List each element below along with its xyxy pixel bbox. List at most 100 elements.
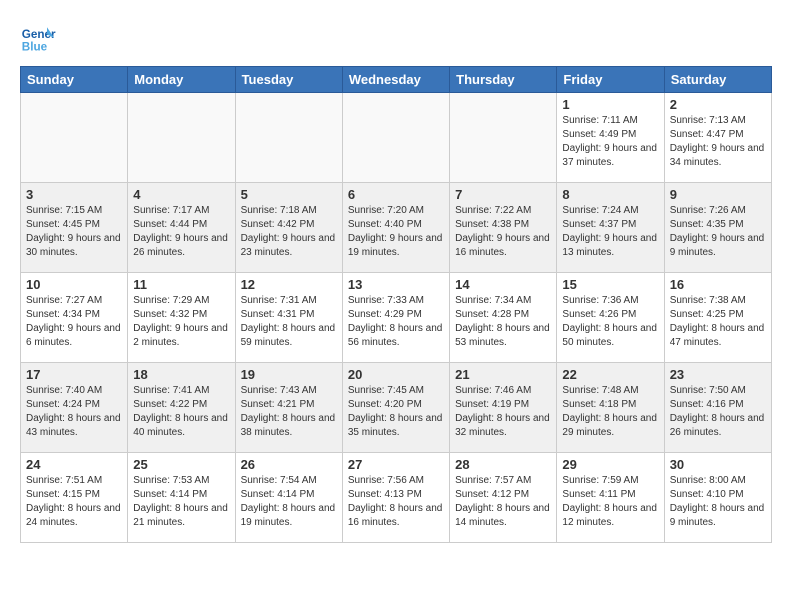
calendar-day-13: 13 Sunrise: 7:33 AM Sunset: 4:29 PM Dayli… (342, 273, 449, 363)
day-info: Sunrise: 7:33 AM Sunset: 4:29 PM Dayligh… (348, 294, 444, 350)
day-info: Sunrise: 7:26 AM Sunset: 4:35 PM Dayligh… (670, 204, 766, 260)
day-number: 30 (670, 457, 766, 472)
day-info: Sunrise: 7:29 AM Sunset: 4:32 PM Dayligh… (133, 294, 229, 350)
calendar-day-29: 29Sunrise: 7:59 AM Sunset: 4:11 PM Dayli… (557, 453, 664, 543)
calendar-day-3: 3 Sunrise: 7:15 AM Sunset: 4:45 PM Daylig… (21, 183, 128, 273)
calendar-day-30: 30 Sunrise: 8:00 AM Sunset: 4:10 PM Dayli… (664, 453, 771, 543)
day-number: 17 (26, 367, 122, 382)
day-info: Sunrise: 7:57 AM Sunset: 4:12 PM Dayligh… (455, 474, 551, 530)
calendar-day-4: 4 Sunrise: 7:17 AM Sunset: 4:44 PM Daylig… (128, 183, 235, 273)
calendar-empty-cell (21, 93, 128, 183)
calendar-day-26: 26 Sunrise: 7:54 AM Sunset: 4:14 PM Dayli… (235, 453, 342, 543)
calendar-empty-cell (450, 93, 557, 183)
weekday-header-tuesday: Tuesday (235, 67, 342, 93)
day-info: Sunrise: 7:20 AM Sunset: 4:40 PM Dayligh… (348, 204, 444, 260)
day-info: Sunrise: 7:46 AM Sunset: 4:19 PM Dayligh… (455, 384, 551, 440)
day-info: Sunrise: 7:22 AM Sunset: 4:38 PM Dayligh… (455, 204, 551, 260)
calendar-day-18: 18 Sunrise: 7:41 AM Sunset: 4:22 PM Dayli… (128, 363, 235, 453)
calendar-day-21: 21 Sunrise: 7:46 AM Sunset: 4:19 PM Dayli… (450, 363, 557, 453)
logo-icon: General Blue (20, 20, 56, 56)
calendar-day-17: 17Sunrise: 7:40 AM Sunset: 4:24 PM Dayli… (21, 363, 128, 453)
day-info: Sunrise: 7:31 AM Sunset: 4:31 PM Dayligh… (241, 294, 337, 350)
day-number: 27 (348, 457, 444, 472)
day-info: Sunrise: 7:34 AM Sunset: 4:28 PM Dayligh… (455, 294, 551, 350)
calendar-day-15: 15 Sunrise: 7:36 AM Sunset: 4:26 PM Dayli… (557, 273, 664, 363)
calendar-week-row: 1 Sunrise: 7:11 AM Sunset: 4:49 PM Daylig… (21, 93, 772, 183)
calendar-day-9: 9 Sunrise: 7:26 AM Sunset: 4:35 PM Daylig… (664, 183, 771, 273)
day-number: 5 (241, 187, 337, 202)
day-number: 1 (562, 97, 658, 112)
day-number: 26 (241, 457, 337, 472)
calendar-day-27: 27 Sunrise: 7:56 AM Sunset: 4:13 PM Dayli… (342, 453, 449, 543)
day-number: 13 (348, 277, 444, 292)
page-header: General Blue (20, 20, 772, 56)
calendar-day-12: 12 Sunrise: 7:31 AM Sunset: 4:31 PM Dayli… (235, 273, 342, 363)
calendar-day-7: 7 Sunrise: 7:22 AM Sunset: 4:38 PM Daylig… (450, 183, 557, 273)
day-number: 14 (455, 277, 551, 292)
calendar-week-row: 10Sunrise: 7:27 AM Sunset: 4:34 PM Dayli… (21, 273, 772, 363)
calendar-day-22: 22 Sunrise: 7:48 AM Sunset: 4:18 PM Dayli… (557, 363, 664, 453)
calendar-day-10: 10Sunrise: 7:27 AM Sunset: 4:34 PM Dayli… (21, 273, 128, 363)
day-number: 22 (562, 367, 658, 382)
day-info: Sunrise: 7:13 AM Sunset: 4:47 PM Dayligh… (670, 114, 766, 170)
day-info: Sunrise: 7:41 AM Sunset: 4:22 PM Dayligh… (133, 384, 229, 440)
weekday-header-monday: Monday (128, 67, 235, 93)
calendar-empty-cell (235, 93, 342, 183)
calendar-day-24: 24 Sunrise: 7:51 AM Sunset: 4:15 PM Dayli… (21, 453, 128, 543)
day-info: Sunrise: 7:15 AM Sunset: 4:45 PM Dayligh… (26, 204, 122, 260)
day-info: Sunrise: 7:11 AM Sunset: 4:49 PM Dayligh… (562, 114, 658, 170)
day-info: Sunrise: 7:54 AM Sunset: 4:14 PM Dayligh… (241, 474, 337, 530)
day-number: 18 (133, 367, 229, 382)
day-number: 6 (348, 187, 444, 202)
day-number: 7 (455, 187, 551, 202)
calendar-day-28: 28 Sunrise: 7:57 AM Sunset: 4:12 PM Dayli… (450, 453, 557, 543)
day-number: 28 (455, 457, 551, 472)
calendar-week-row: 17Sunrise: 7:40 AM Sunset: 4:24 PM Dayli… (21, 363, 772, 453)
day-number: 19 (241, 367, 337, 382)
weekday-header-saturday: Saturday (664, 67, 771, 93)
calendar-day-1: 1 Sunrise: 7:11 AM Sunset: 4:49 PM Daylig… (557, 93, 664, 183)
calendar-day-6: 6 Sunrise: 7:20 AM Sunset: 4:40 PM Daylig… (342, 183, 449, 273)
calendar-day-23: 23Sunrise: 7:50 AM Sunset: 4:16 PM Dayli… (664, 363, 771, 453)
day-info: Sunrise: 7:43 AM Sunset: 4:21 PM Dayligh… (241, 384, 337, 440)
day-number: 15 (562, 277, 658, 292)
calendar-empty-cell (128, 93, 235, 183)
day-number: 8 (562, 187, 658, 202)
day-number: 23 (670, 367, 766, 382)
day-info: Sunrise: 7:36 AM Sunset: 4:26 PM Dayligh… (562, 294, 658, 350)
day-number: 3 (26, 187, 122, 202)
weekday-header-friday: Friday (557, 67, 664, 93)
day-number: 9 (670, 187, 766, 202)
day-number: 25 (133, 457, 229, 472)
day-info: Sunrise: 7:17 AM Sunset: 4:44 PM Dayligh… (133, 204, 229, 260)
day-number: 2 (670, 97, 766, 112)
day-number: 24 (26, 457, 122, 472)
calendar-day-8: 8Sunrise: 7:24 AM Sunset: 4:37 PM Daylig… (557, 183, 664, 273)
day-number: 10 (26, 277, 122, 292)
day-number: 20 (348, 367, 444, 382)
calendar-day-19: 19 Sunrise: 7:43 AM Sunset: 4:21 PM Dayli… (235, 363, 342, 453)
weekday-header-wednesday: Wednesday (342, 67, 449, 93)
calendar-day-2: 2 Sunrise: 7:13 AM Sunset: 4:47 PM Daylig… (664, 93, 771, 183)
logo: General Blue (20, 20, 62, 56)
day-info: Sunrise: 7:56 AM Sunset: 4:13 PM Dayligh… (348, 474, 444, 530)
day-info: Sunrise: 7:48 AM Sunset: 4:18 PM Dayligh… (562, 384, 658, 440)
svg-text:Blue: Blue (22, 41, 48, 54)
calendar-day-20: 20 Sunrise: 7:45 AM Sunset: 4:20 PM Dayli… (342, 363, 449, 453)
calendar-day-5: 5 Sunrise: 7:18 AM Sunset: 4:42 PM Daylig… (235, 183, 342, 273)
day-info: Sunrise: 8:00 AM Sunset: 4:10 PM Dayligh… (670, 474, 766, 530)
weekday-header-thursday: Thursday (450, 67, 557, 93)
day-info: Sunrise: 7:59 AM Sunset: 4:11 PM Dayligh… (562, 474, 658, 530)
calendar-week-row: 3 Sunrise: 7:15 AM Sunset: 4:45 PM Daylig… (21, 183, 772, 273)
day-info: Sunrise: 7:51 AM Sunset: 4:15 PM Dayligh… (26, 474, 122, 530)
weekday-header-row: SundayMondayTuesdayWednesdayThursdayFrid… (21, 67, 772, 93)
calendar-day-14: 14 Sunrise: 7:34 AM Sunset: 4:28 PM Dayli… (450, 273, 557, 363)
day-info: Sunrise: 7:18 AM Sunset: 4:42 PM Dayligh… (241, 204, 337, 260)
day-info: Sunrise: 7:45 AM Sunset: 4:20 PM Dayligh… (348, 384, 444, 440)
day-number: 4 (133, 187, 229, 202)
day-number: 12 (241, 277, 337, 292)
calendar-day-11: 11Sunrise: 7:29 AM Sunset: 4:32 PM Dayli… (128, 273, 235, 363)
day-info: Sunrise: 7:38 AM Sunset: 4:25 PM Dayligh… (670, 294, 766, 350)
day-number: 21 (455, 367, 551, 382)
day-number: 16 (670, 277, 766, 292)
